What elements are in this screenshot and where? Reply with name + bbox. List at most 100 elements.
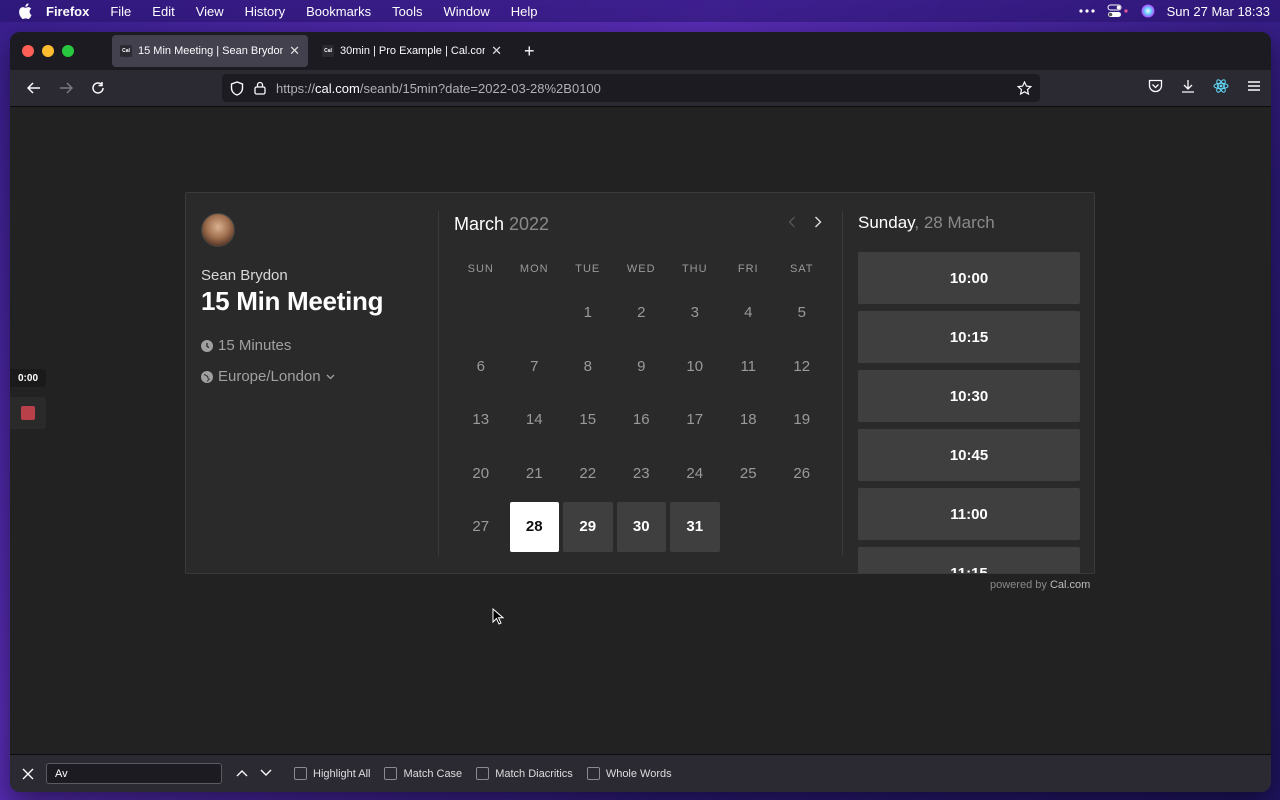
day-cell-unavailable: 3	[690, 304, 699, 322]
macos-menubar: Firefox File Edit View History Bookmarks…	[0, 0, 1280, 22]
day-button-available[interactable]: 31	[670, 502, 720, 552]
tab-15min-meeting[interactable]: Cal 15 Min Meeting | Sean Brydon | C ✕	[112, 35, 308, 67]
menu-edit[interactable]: Edit	[152, 4, 174, 19]
previous-month-chevron-icon[interactable]	[788, 215, 796, 233]
time-slot-button[interactable]: 10:15	[858, 311, 1080, 363]
weekday-label: TUE	[575, 263, 601, 275]
find-input[interactable]	[46, 763, 222, 784]
react-devtools-icon[interactable]	[1213, 78, 1229, 99]
checkbox-icon[interactable]	[586, 767, 600, 780]
close-tab-icon[interactable]: ✕	[289, 43, 300, 59]
time-slot-button[interactable]: 11:00	[858, 488, 1080, 540]
avatar	[201, 213, 235, 247]
zoom-window-button[interactable]	[62, 45, 74, 57]
siri-icon[interactable]	[1141, 4, 1155, 18]
nav-toolbar: https://cal.com/seanb/15min?date=2022-03…	[10, 70, 1271, 107]
option-label: Highlight All	[313, 767, 371, 780]
menu-history[interactable]: History	[245, 4, 285, 19]
next-month-chevron-icon[interactable]	[814, 215, 822, 233]
time-slot-button[interactable]: 11:15	[858, 547, 1080, 573]
forward-icon[interactable]	[50, 72, 82, 104]
lock-icon[interactable]	[254, 81, 266, 95]
powered-by-footer[interactable]: powered by Cal.com	[990, 579, 1090, 591]
stop-icon	[21, 406, 35, 420]
clock-icon	[201, 339, 213, 352]
stop-recording-button[interactable]	[10, 397, 46, 429]
whole-words-checkbox[interactable]: Whole Words	[586, 767, 672, 780]
close-window-button[interactable]	[22, 45, 34, 57]
reload-icon[interactable]	[82, 72, 114, 104]
match-case-checkbox[interactable]: Match Case	[384, 767, 462, 780]
close-find-bar-icon[interactable]	[18, 768, 38, 780]
day-cell-unavailable: 19	[793, 411, 811, 429]
menu-bookmarks[interactable]: Bookmarks	[306, 4, 371, 19]
day-cell-unavailable: 8	[583, 357, 592, 375]
menu-file[interactable]: File	[110, 4, 131, 19]
selected-date: , 28 March	[914, 213, 995, 232]
url-bar[interactable]: https://cal.com/seanb/15min?date=2022-03…	[222, 74, 1040, 102]
match-diacritics-checkbox[interactable]: Match Diacritics	[476, 767, 573, 780]
pocket-icon[interactable]	[1148, 79, 1163, 98]
menu-app-name[interactable]: Firefox	[46, 4, 89, 19]
day-cell-unavailable: 23	[632, 464, 650, 482]
url-path: /seanb/15min?date=2022-03-28%2B0100	[359, 80, 601, 96]
day-cell-unavailable: 14	[525, 411, 543, 429]
tab-30min-pro-example[interactable]: Cal 30min | Pro Example | Cal.com ✕	[314, 35, 510, 67]
cal-favicon-icon: Cal	[120, 45, 132, 57]
close-tab-icon[interactable]: ✕	[491, 43, 502, 59]
calendar-year: 2022	[509, 213, 550, 234]
day-cell-unavailable: 7	[530, 357, 539, 375]
time-slot-button[interactable]: 10:45	[858, 429, 1080, 481]
menubar-clock[interactable]: Sun 27 Mar 18:33	[1167, 4, 1270, 19]
weekday-label: SAT	[789, 263, 814, 275]
day-cell-unavailable: 11	[740, 357, 757, 375]
empty-day-cell	[454, 286, 508, 340]
back-icon[interactable]	[18, 72, 50, 104]
globe-icon	[201, 370, 213, 383]
time-slot-button[interactable]: 10:00	[858, 252, 1080, 304]
hamburger-menu-icon[interactable]	[1247, 79, 1261, 97]
weekday-label: MON	[519, 263, 549, 275]
menu-view[interactable]: View	[196, 4, 224, 19]
day-button-available[interactable]: 29	[563, 502, 613, 552]
time-slots-panel: Sunday, 28 March 10:00 10:15 10:30 10:45 11:…	[858, 213, 1080, 573]
recording-timer: 0:00	[10, 369, 46, 387]
mouse-cursor-icon	[492, 607, 505, 631]
menu-help[interactable]: Help	[511, 4, 538, 19]
day-cell-unavailable: 2	[637, 304, 646, 322]
checkbox-icon[interactable]	[476, 767, 490, 780]
option-label: Whole Words	[605, 767, 672, 780]
find-previous-chevron-icon[interactable]	[236, 768, 248, 780]
menu-window[interactable]: Window	[444, 4, 490, 19]
weekday-label: SUN	[467, 263, 494, 275]
day-cell-unavailable: 18	[739, 411, 757, 429]
more-dots-icon[interactable]	[1079, 9, 1095, 13]
menu-tools[interactable]: Tools	[392, 4, 422, 19]
day-cell-unavailable: 10	[686, 357, 704, 375]
day-button-available[interactable]: 30	[616, 502, 666, 552]
apple-icon[interactable]	[18, 3, 32, 20]
day-cell-unavailable: 12	[793, 357, 811, 375]
day-cell-unavailable: 24	[686, 464, 704, 482]
timezone-selector[interactable]: Europe/London	[201, 368, 441, 385]
day-button-selected[interactable]: 28	[509, 502, 559, 552]
bookmark-star-icon[interactable]	[1017, 80, 1032, 96]
browser-window: Cal 15 Min Meeting | Sean Brydon | C ✕ C…	[10, 32, 1271, 792]
new-tab-icon[interactable]: +	[524, 41, 535, 62]
day-cell-unavailable: 16	[632, 411, 650, 429]
highlight-all-checkbox[interactable]: Highlight All	[294, 767, 370, 780]
weekday-label: THU	[681, 263, 708, 275]
day-cell-unavailable: 9	[637, 357, 646, 375]
checkbox-icon[interactable]	[294, 767, 307, 780]
tracking-shield-icon[interactable]	[230, 80, 244, 96]
time-slot-button[interactable]: 10:30	[858, 370, 1080, 422]
day-cell-unavailable: 4	[744, 304, 753, 322]
minimize-window-button[interactable]	[42, 45, 54, 57]
checkbox-icon[interactable]	[384, 767, 398, 780]
weekday-label: WED	[626, 263, 656, 275]
downloads-icon[interactable]	[1181, 79, 1195, 98]
find-next-chevron-icon[interactable]	[260, 768, 272, 780]
divider	[438, 211, 439, 556]
day-cell-unavailable: 15	[579, 411, 597, 429]
control-center-icon[interactable]	[1107, 4, 1129, 18]
